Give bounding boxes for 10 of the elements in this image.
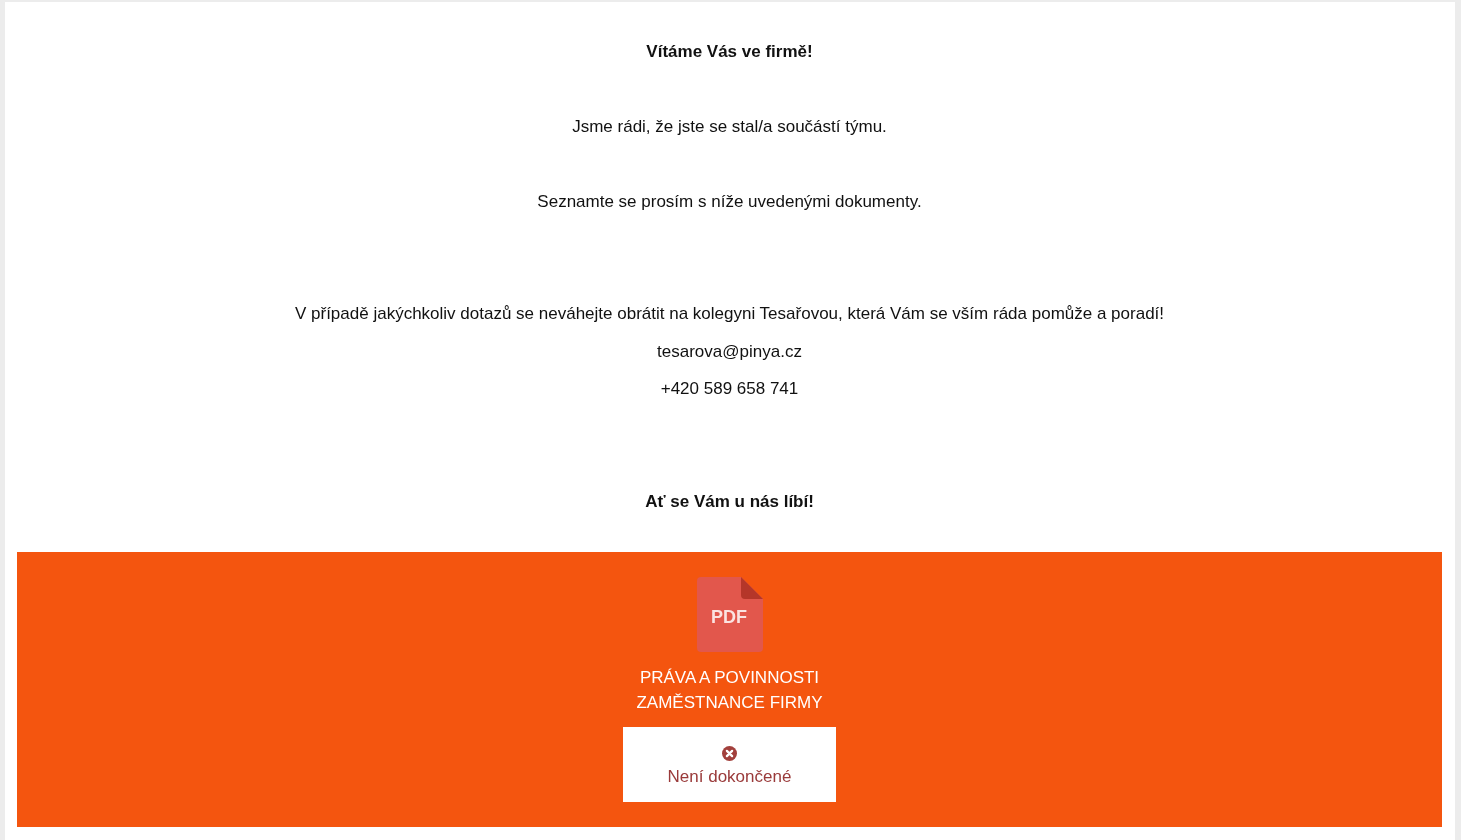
closing-text: Ať se Vám u nás líbí! <box>645 491 814 513</box>
contact-note: V případě jakýchkoliv dotazů se neváhejte obrátit na kolegyni Tesařovou, která Vám se vším ráda pomůže a poradí! <box>294 303 1165 325</box>
document-title[interactable]: PRÁVA A POVINNOSTI ZAMĚSTNANCE FIRMY <box>629 665 830 715</box>
welcome-heading: Vítáme Vás ve firmě! <box>646 41 813 63</box>
contact-email: tesarova@pinya.cz <box>657 341 802 363</box>
intro-paragraph: Jsme rádi, že jste se stal/a součástí týmu. <box>572 116 887 138</box>
intro-paragraph: Seznamte se prosím s níže uvedenými dokumenty. <box>537 191 922 213</box>
status-button[interactable]: Není dokončené <box>623 727 836 802</box>
contact-phone: +420 589 658 741 <box>660 378 799 400</box>
pdf-file-icon[interactable]: PDF <box>696 577 763 652</box>
